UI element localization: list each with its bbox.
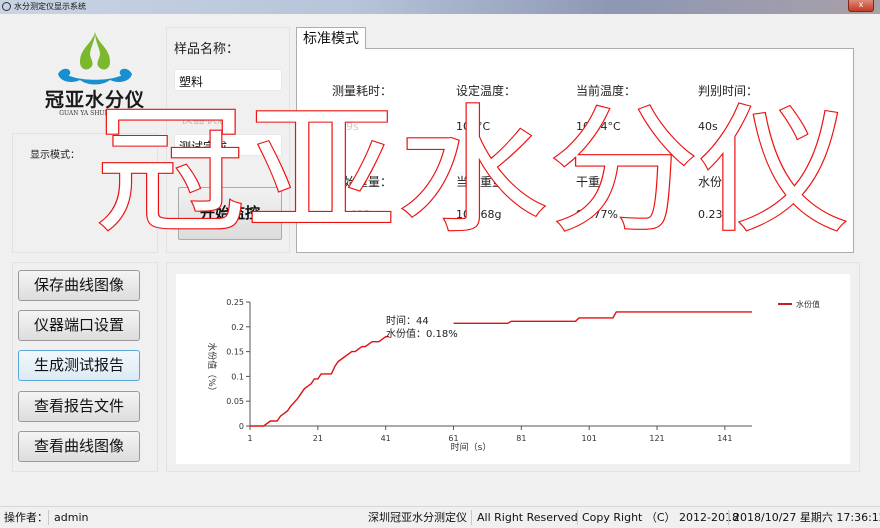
- current-weight-label: 当前重量：: [456, 175, 517, 189]
- judge-time-value: 40s: [698, 120, 718, 133]
- y-tick-label: 0.25: [226, 298, 244, 307]
- tooltip-line-time: 时间：44: [386, 314, 429, 327]
- chart-svg: 00.050.10.150.20.251 21 41 61 81 101 121 141 水份…: [206, 298, 820, 453]
- display-mode-label: 显示模式：: [30, 150, 80, 161]
- logo-brand-cn: 冠亚水分仪: [44, 89, 145, 111]
- status-separator: [471, 510, 472, 525]
- x-tick-label: 121: [649, 434, 664, 443]
- logo-drop-shape: [80, 32, 110, 70]
- moisture-value: 0.23%: [698, 208, 733, 221]
- datetime-text: 2018/10/27 星期六 17:36:12: [733, 511, 880, 524]
- y-tick-label: 0.15: [226, 348, 244, 357]
- status-separator: [728, 510, 729, 525]
- status-separator: [48, 510, 49, 525]
- logo-icon: [58, 32, 132, 85]
- sample-name-input[interactable]: 塑料: [174, 69, 282, 91]
- view-curve-image-button[interactable]: 查看曲线图像: [18, 431, 140, 462]
- x-tick-label: 41: [381, 434, 391, 443]
- view-report-file-button[interactable]: 查看报告文件: [18, 391, 140, 422]
- set-temp-value: 105°C: [456, 120, 491, 133]
- rights-text: All Right Reserved: [477, 511, 578, 524]
- initial-weight-label: 初始重量：: [332, 175, 393, 189]
- initial-weight-value: 10.492g: [332, 208, 378, 221]
- x-tick-label: 21: [313, 434, 323, 443]
- logo-brand-en: GUAN YA SHUI FEN YI: [59, 110, 131, 117]
- current-weight-value: 10.468g: [456, 208, 502, 221]
- x-tick-label: 141: [717, 434, 732, 443]
- y-tick-label: 0.2: [231, 323, 244, 332]
- company-name: 深圳冠亚水分测定仪: [368, 511, 467, 524]
- tab-standard-mode[interactable]: 标准模式: [296, 27, 366, 49]
- current-temp-value: 105.4°C: [576, 120, 621, 133]
- status-bar: 操作者： admin 深圳冠亚水分测定仪 All Right Reserved …: [0, 506, 880, 528]
- window-titlebar: 水分测定仪显示系统 x: [0, 0, 880, 14]
- tabstrip-line: [364, 48, 854, 49]
- start-monitor-button[interactable]: 开始监控: [178, 187, 282, 240]
- x-tick-label: 1: [247, 434, 252, 443]
- x-tick-label: 101: [582, 434, 597, 443]
- legend-label: 水份值: [796, 299, 820, 309]
- moisture-chart: 0 0.05 0.1 0.15 0.2 0.25 1 21 41 61 81 101 121 141 水份…: [176, 274, 850, 464]
- moisture-label: 水份：: [698, 175, 735, 189]
- logo: 冠亚水分仪 GUAN YA SHUI FEN YI: [40, 30, 150, 117]
- current-temp-label: 当前温度：: [576, 84, 637, 98]
- dry-weight-value: 99.77%: [576, 208, 618, 221]
- set-temp-label: 设定温度：: [456, 84, 517, 98]
- sample-name-label: 样品名称：: [174, 42, 240, 57]
- dry-weight-label: 干重：: [576, 175, 613, 189]
- x-axis-label: 时间（s）: [451, 441, 492, 453]
- status-separator: [577, 510, 578, 525]
- y-tick-label: 0.1: [231, 372, 244, 381]
- close-button[interactable]: x: [848, 0, 874, 12]
- copyright-text: Copy Right （C） 2012-2018: [582, 511, 739, 524]
- stats-tab-panel: [296, 48, 854, 253]
- measure-time-label: 测量耗时：: [332, 84, 393, 98]
- app-icon: [2, 2, 11, 11]
- close-icon: x: [858, 0, 864, 9]
- series-line-moisture: [453, 311, 752, 324]
- x-tick-label: 81: [516, 434, 526, 443]
- judge-time-label: 判别时间：: [698, 84, 759, 98]
- tooltip-line-moisture: 水份值：0.18%: [386, 327, 458, 340]
- operator-label: 操作者：: [4, 511, 48, 524]
- save-curve-image-button[interactable]: 保存曲线图像: [18, 270, 140, 301]
- logo-wave-shape: [58, 68, 132, 85]
- y-tick-label: 0: [239, 422, 244, 431]
- port-settings-button[interactable]: 仪器端口设置: [18, 310, 140, 341]
- series-line-moisture: [250, 336, 390, 427]
- operator-value: admin: [54, 511, 89, 524]
- y-axis-label: 水份值（%）: [206, 342, 218, 396]
- instrument-status-field: 测试完成: [174, 134, 282, 156]
- window-title: 水分测定仪显示系统: [14, 2, 86, 11]
- generate-report-button[interactable]: 生成测试报告: [18, 350, 140, 381]
- measure-time-value: 149s: [332, 120, 359, 133]
- instrument-status-label: 仪器状态：: [181, 112, 242, 126]
- x-tick-label: 61: [448, 434, 458, 443]
- y-tick-label: 0.05: [226, 397, 244, 406]
